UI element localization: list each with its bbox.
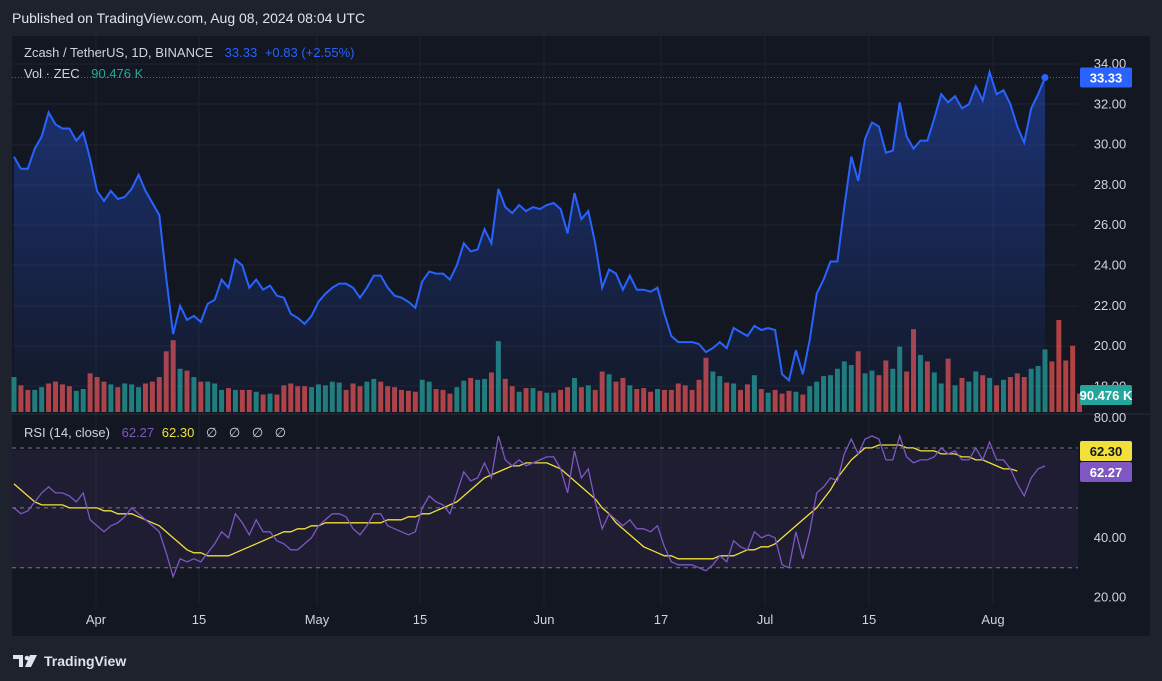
rsi-axis-tick: 40.00 [1094,530,1127,545]
price-area-fill [14,72,1045,412]
rsi-extra-values: ∅ ∅ ∅ ∅ [205,425,291,440]
volume-badge: 90.476 K [1080,385,1133,405]
rsi-axis-tick: 20.00 [1094,590,1127,605]
time-axis-tick: Jun [534,612,555,627]
price-legend: Zcash / TetherUS, 1D, BINANCE 33.33 +0.8… [24,45,358,60]
time-axis-tick: 15 [862,612,876,627]
price-axis-tick: 32.00 [1094,96,1127,111]
tradingview-footer[interactable]: TradingView [12,650,126,672]
tradingview-logo-icon [13,655,37,667]
last-price-marker [1041,74,1049,82]
time-axis-tick: Jul [757,612,774,627]
y-axis-ticks: 34.0032.0030.0028.0026.0024.0022.0020.00… [1094,56,1127,605]
time-axis-tick: Apr [86,612,107,627]
svg-text:62.30: 62.30 [1090,444,1123,459]
rsi-band-background [12,450,1078,568]
price-axis-tick: 20.00 [1094,338,1127,353]
price-axis-tick: 24.00 [1094,258,1127,273]
price-axis-tick: 30.00 [1094,137,1127,152]
volume-value: 90.476 K [91,66,144,81]
rsi-axis-tick: 80.00 [1094,410,1127,425]
price-axis-tick: 22.00 [1094,298,1127,313]
svg-text:90.476 K: 90.476 K [1080,388,1133,403]
rsi-ma-value: 62.30 [161,425,195,440]
time-axis-tick: Aug [981,612,1004,627]
volume-label: Vol · ZEC [24,66,80,81]
volume-bar [1070,345,1076,412]
rsi-badge: 62.27 [1080,462,1132,482]
volume-bar [1049,361,1055,412]
chart-svg[interactable]: 34.0032.0030.0028.0026.0024.0022.0020.00… [0,0,1162,681]
volume-bar [1063,360,1069,412]
time-axis-tick: 17 [654,612,668,627]
time-axis-tick: 15 [413,612,427,627]
rsi-label: RSI (14, close) [24,425,110,440]
time-axis-tick: 15 [192,612,206,627]
last-price-value: 33.33 [224,45,258,60]
last-price-badge: 33.33 [1080,67,1132,88]
rsi-value: 62.27 [121,425,155,440]
price-change-value: +0.83 (+2.55%) [264,45,355,60]
svg-text:33.33: 33.33 [1090,71,1123,86]
time-axis-tick: May [305,612,330,627]
rsi-legend: RSI (14, close) 62.27 62.30 ∅ ∅ ∅ ∅ [24,425,294,441]
price-axis-tick: 28.00 [1094,177,1127,192]
volume-legend: Vol · ZEC 90.476 K [24,66,147,81]
volume-bar [1056,320,1062,412]
brand-label: TradingView [44,653,127,669]
x-axis-ticks: Apr 15 May 15 Jun 17 Jul 15 Aug [86,612,1005,627]
symbol-label: Zcash / TetherUS, 1D, BINANCE [24,45,214,60]
svg-text:62.27: 62.27 [1090,465,1123,480]
price-axis-tick: 26.00 [1094,217,1127,232]
rsi-ma-badge: 62.30 [1080,441,1132,461]
